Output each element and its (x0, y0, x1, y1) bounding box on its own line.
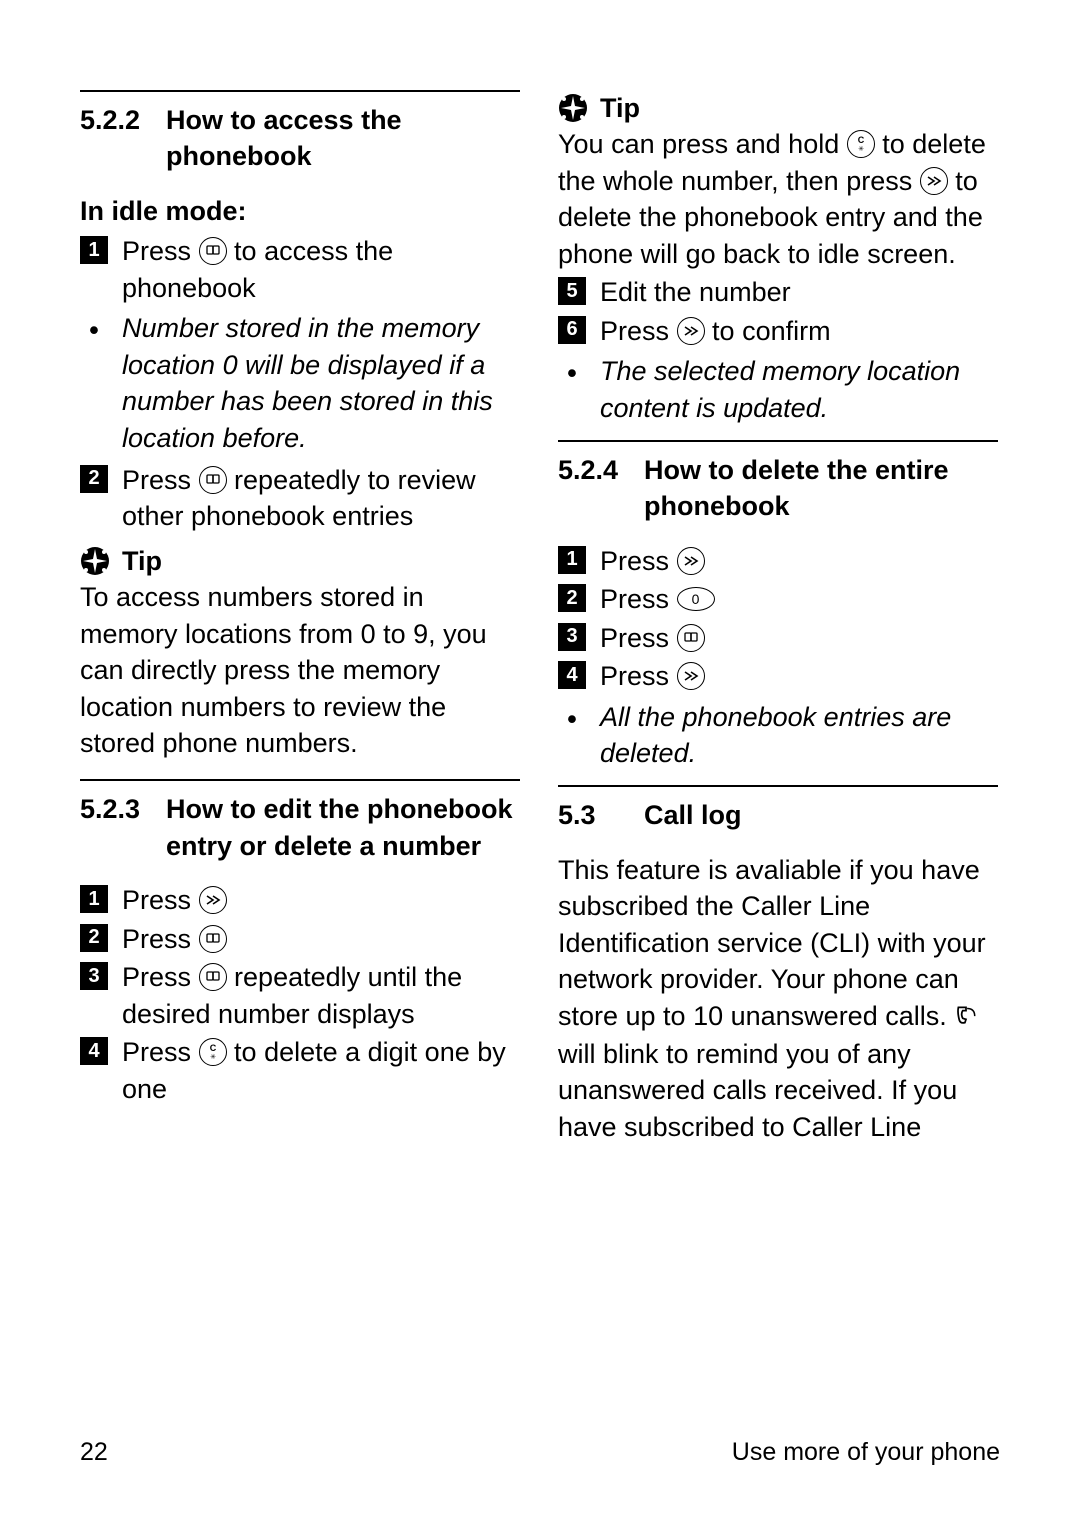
step-2: 2 Press (80, 921, 520, 957)
step-text: Press to delete a digit one by one (122, 1034, 520, 1107)
heading-5-2-2: 5.2.2 How to access the phonebook (80, 102, 520, 175)
tip-label: Tip (600, 90, 640, 126)
zero-key-icon: 0 (677, 587, 715, 611)
call-log-body: This feature is avaliable if you have su… (558, 852, 998, 1145)
note-bullet: • The selected memory location content i… (558, 353, 998, 426)
book-icon (677, 624, 705, 652)
program-icon (920, 167, 948, 195)
idle-mode-subheading: In idle mode: (80, 193, 520, 229)
step-text: Press to confirm (600, 313, 831, 349)
step-marker: 3 (80, 962, 108, 990)
page-number: 22 (80, 1438, 108, 1467)
heading-number: 5.2.4 (558, 452, 644, 488)
book-icon (199, 466, 227, 494)
footer-section-title: Use more of your phone (732, 1438, 1000, 1467)
tip-heading: Tip (80, 543, 520, 579)
right-column: Tip You can press and hold to delete the… (558, 90, 998, 1360)
heading-number: 5.2.3 (80, 791, 166, 827)
program-icon (199, 886, 227, 914)
heading-5-3: 5.3 Call log (558, 797, 998, 833)
step-6: 6 Press to confirm (558, 313, 998, 349)
bullet-dot: • (558, 353, 586, 394)
heading-title: How to delete the entire phonebook (644, 452, 998, 525)
step-text: Press to access the phonebook (122, 233, 520, 306)
two-column-layout: 5.2.2 How to access the phonebook In idl… (80, 90, 1000, 1360)
bullet-dot: • (558, 699, 586, 740)
note-text: Number stored in the memory location 0 w… (122, 310, 520, 456)
clear-icon (847, 130, 875, 158)
heading-5-2-3: 5.2.3 How to edit the phonebook entry or… (80, 791, 520, 864)
note-text: The selected memory location content is … (600, 353, 998, 426)
step-marker: 4 (80, 1037, 108, 1065)
step-marker: 1 (558, 546, 586, 574)
step-2: 2 Press repeatedly to review other phone… (80, 462, 520, 535)
clear-icon (199, 1038, 227, 1066)
step-text: Press repeatedly until the desired numbe… (122, 959, 520, 1032)
manual-page: 5.2.2 How to access the phonebook In idl… (0, 0, 1080, 1527)
program-icon (677, 547, 705, 575)
page-footer: 22 Use more of your phone (80, 1438, 1000, 1467)
step-text: Press (600, 658, 705, 694)
step-marker: 3 (558, 623, 586, 651)
step-1: 1 Press to access the phonebook (80, 233, 520, 306)
step-2: 2 Press 0 (558, 581, 998, 617)
program-icon (677, 317, 705, 345)
step-3: 3 Press (558, 620, 998, 656)
step-1: 1 Press (558, 543, 998, 579)
step-text: Press 0 (600, 581, 715, 617)
step-marker: 2 (558, 584, 586, 612)
tip-body: To access numbers stored in memory locat… (80, 579, 520, 761)
heading-5-2-4: 5.2.4 How to delete the entire phonebook (558, 452, 998, 525)
heading-title: How to edit the phonebook entry or delet… (166, 791, 520, 864)
heading-number: 5.3 (558, 797, 644, 833)
book-icon (199, 925, 227, 953)
book-icon (199, 237, 227, 265)
step-text: Press (122, 921, 227, 957)
tip-heading: Tip (558, 90, 998, 126)
tip-body: You can press and hold to delete the who… (558, 126, 998, 272)
step-marker: 5 (558, 277, 586, 305)
note-bullet: • Number stored in the memory location 0… (80, 310, 520, 456)
heading-title: Call log (644, 797, 742, 833)
note-bullet: • All the phonebook entries are deleted. (558, 699, 998, 772)
book-icon (199, 963, 227, 991)
step-4: 4 Press (558, 658, 998, 694)
tip-label: Tip (122, 543, 162, 579)
section-rule (558, 785, 998, 787)
step-3: 3 Press repeatedly until the desired num… (80, 959, 520, 1032)
step-marker: 1 (80, 885, 108, 913)
tip-sparkle-icon (558, 93, 588, 123)
tip-sparkle-icon (80, 546, 110, 576)
step-text: Press (600, 620, 705, 656)
program-icon (677, 662, 705, 690)
section-rule (80, 779, 520, 781)
section-rule (80, 90, 520, 92)
bullet-dot: • (80, 310, 108, 351)
heading-title: How to access the phonebook (166, 102, 520, 175)
step-text: Press repeatedly to review other phonebo… (122, 462, 520, 535)
section-rule (558, 440, 998, 442)
left-column: 5.2.2 How to access the phonebook In idl… (80, 90, 520, 1360)
step-marker: 2 (80, 924, 108, 952)
step-marker: 1 (80, 236, 108, 264)
note-text: All the phonebook entries are deleted. (600, 699, 998, 772)
step-4: 4 Press to delete a digit one by one (80, 1034, 520, 1107)
step-marker: 6 (558, 316, 586, 344)
step-marker: 2 (80, 465, 108, 493)
handset-icon (954, 999, 978, 1035)
heading-number: 5.2.2 (80, 102, 166, 138)
step-text: Press (600, 543, 705, 579)
step-text: Edit the number (600, 274, 791, 310)
step-marker: 4 (558, 661, 586, 689)
step-1: 1 Press (80, 882, 520, 918)
step-text: Press (122, 882, 227, 918)
step-5: 5 Edit the number (558, 274, 998, 310)
